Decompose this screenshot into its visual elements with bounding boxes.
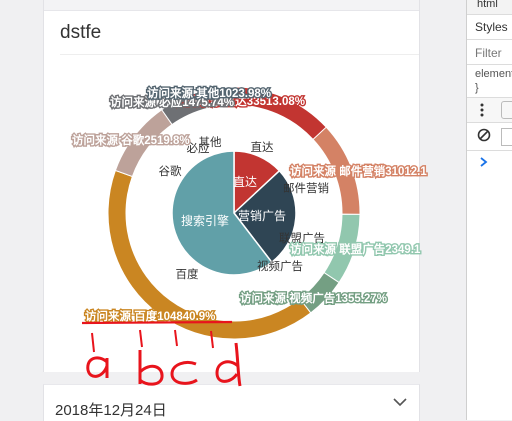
annotation-underline [81,320,233,325]
annotation-tick-d [210,330,214,349]
annotation-letter-b [138,350,164,386]
annotation-tick-b [139,329,143,348]
annotation-letter-a [86,356,109,378]
annotation-tick-a [91,332,95,353]
annotation-letter-d [215,342,242,387]
handwritten-annotation [81,320,242,387]
annotation-tick-c [174,329,178,347]
annotation-letter-c [170,360,198,385]
